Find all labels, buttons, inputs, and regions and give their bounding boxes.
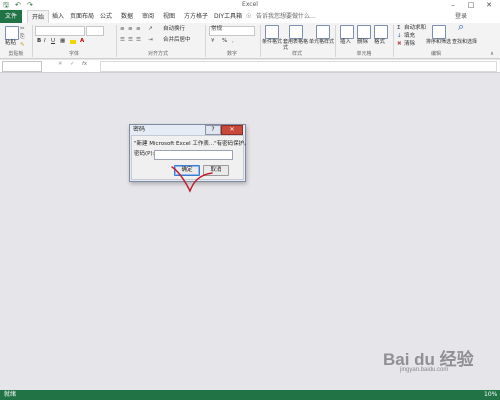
wrap-text-button[interactable]: 自动换行: [163, 26, 185, 33]
divider: [393, 25, 394, 57]
tab-formulas[interactable]: 公式: [100, 10, 112, 23]
fx-icon[interactable]: fx: [82, 61, 87, 68]
tab-home[interactable]: 开始: [27, 10, 49, 23]
tab-insert[interactable]: 插入: [52, 10, 64, 23]
tab-file[interactable]: 文件: [0, 10, 22, 23]
autosum-button[interactable]: 自动求和: [404, 25, 426, 32]
table-format-button[interactable]: 套用表格格式: [283, 39, 311, 51]
divider: [116, 25, 117, 57]
password-input[interactable]: [154, 150, 233, 160]
underline-button[interactable]: U: [51, 38, 55, 45]
fill-color-icon[interactable]: [70, 40, 76, 44]
cell-styles-icon[interactable]: [316, 25, 330, 39]
dialog-help-button[interactable]: ?: [205, 125, 221, 135]
number-format-value: 常规: [211, 26, 223, 32]
tab-data[interactable]: 数据: [121, 10, 133, 23]
tab-view[interactable]: 视图: [163, 10, 175, 23]
group-label-font: 字体: [68, 51, 79, 57]
font-name-select[interactable]: [35, 26, 85, 36]
annotation-arrow: [171, 166, 213, 193]
clear-button[interactable]: 清除: [404, 41, 415, 48]
formula-input[interactable]: [100, 61, 497, 72]
lightbulb-icon: ☉: [246, 13, 252, 20]
group-label-cells: 单元格: [356, 51, 372, 57]
comma-icon[interactable]: ,: [232, 38, 234, 45]
table-format-icon[interactable]: [289, 25, 303, 39]
autosum-icon[interactable]: Σ: [397, 25, 400, 32]
conditional-format-button[interactable]: 条件格式: [262, 39, 282, 46]
indent-icon[interactable]: ⇥: [148, 37, 153, 44]
align-middle-icon[interactable]: ≡: [128, 26, 133, 33]
delete-cells-icon[interactable]: [357, 25, 371, 39]
align-bottom-icon[interactable]: ≡: [136, 26, 141, 33]
name-box[interactable]: [2, 61, 42, 72]
cell-styles-button[interactable]: 单元格样式: [309, 39, 334, 46]
paste-button[interactable]: 粘贴: [5, 40, 16, 47]
format-cells-button[interactable]: 格式: [374, 39, 385, 46]
save-icon[interactable]: 🖫: [3, 1, 9, 9]
merge-center-button[interactable]: 合并后居中: [163, 37, 191, 44]
find-select-icon[interactable]: ⌕: [458, 21, 464, 32]
insert-cells-icon[interactable]: [340, 25, 354, 39]
zoom-level[interactable]: 10%: [484, 391, 497, 399]
tab-diy-toolbox[interactable]: DIY工具箱: [214, 10, 242, 23]
format-painter-icon[interactable]: ✎: [20, 42, 25, 49]
cancel-entry-icon[interactable]: ✕: [58, 61, 63, 68]
group-label-styles: 样式: [291, 51, 302, 57]
tell-me-search[interactable]: 告诉我您想要做什么...: [256, 12, 376, 21]
collapse-ribbon-icon[interactable]: ∧: [490, 51, 494, 58]
divider: [260, 25, 261, 57]
align-right-icon[interactable]: ☰: [136, 37, 141, 44]
conditional-format-icon[interactable]: [265, 25, 279, 39]
close-icon[interactable]: ✕: [482, 0, 496, 10]
copy-icon[interactable]: ⎘: [20, 34, 24, 41]
align-top-icon[interactable]: ≡: [120, 26, 125, 33]
divider: [32, 25, 33, 57]
cut-icon[interactable]: ✂: [20, 26, 25, 33]
insert-cells-button[interactable]: 插入: [340, 39, 351, 46]
find-select-button[interactable]: 查找和选择: [452, 39, 477, 46]
percent-button[interactable]: %: [222, 38, 227, 45]
align-left-icon[interactable]: ☰: [120, 37, 125, 44]
undo-icon[interactable]: ↶: [15, 1, 21, 9]
bold-button[interactable]: B: [37, 38, 41, 45]
group-label-clipboard: 剪贴板: [8, 51, 24, 57]
dialog-message: "新建 Microsoft Excel 工作表..."有密码保护。: [134, 141, 250, 147]
restore-icon[interactable]: □: [464, 0, 478, 10]
delete-cells-button[interactable]: 删除: [357, 39, 368, 46]
tab-page-layout[interactable]: 页面布局: [70, 10, 94, 23]
dialog-close-button[interactable]: ✕: [221, 125, 243, 135]
status-bar: [0, 390, 500, 400]
status-text: 就绪: [4, 391, 17, 398]
dialog-title: 密码: [133, 126, 146, 133]
tab-review[interactable]: 审阅: [142, 10, 154, 23]
minimize-icon[interactable]: –: [446, 0, 460, 10]
group-label-editing: 编辑: [430, 51, 441, 57]
clear-icon[interactable]: ✖: [397, 41, 402, 48]
sort-filter-icon[interactable]: [432, 25, 446, 39]
divider: [205, 25, 206, 57]
redo-icon[interactable]: ↷: [27, 1, 33, 9]
align-center-icon[interactable]: ☰: [128, 37, 133, 44]
paste-icon[interactable]: [5, 26, 19, 40]
format-cells-icon[interactable]: [374, 25, 388, 39]
divider: [335, 25, 336, 57]
confirm-entry-icon[interactable]: ✓: [70, 61, 75, 68]
fill-button[interactable]: 填充: [404, 33, 415, 40]
border-icon[interactable]: ▦: [60, 38, 65, 45]
sort-filter-button[interactable]: 排序和筛选: [426, 39, 451, 46]
group-label-alignment: 对齐方式: [147, 51, 168, 57]
currency-icon[interactable]: ¥: [211, 38, 215, 45]
window-title: Excel: [242, 1, 258, 8]
font-color-icon[interactable]: A: [80, 38, 84, 45]
watermark-url: jingyan.baidu.com: [400, 367, 449, 373]
fill-icon[interactable]: ↓: [397, 33, 402, 40]
tab-fangfang[interactable]: 方方格子: [184, 10, 208, 23]
group-label-number: 数字: [226, 51, 237, 57]
font-size-select[interactable]: [86, 26, 104, 36]
italic-button[interactable]: I: [44, 38, 46, 45]
password-label: 密码(P):: [134, 151, 155, 157]
orientation-icon[interactable]: ↗: [148, 26, 153, 33]
